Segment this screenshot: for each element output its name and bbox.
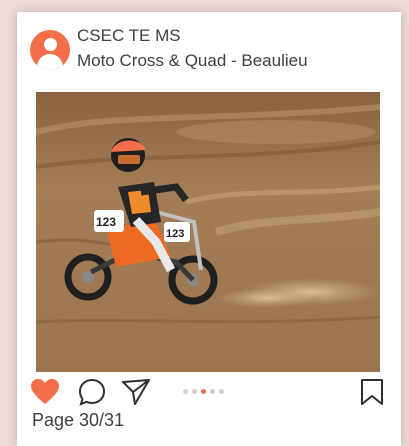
motocross-photo: 123 123 — [36, 92, 380, 372]
avatar-head — [44, 38, 57, 51]
avatar-user-icon[interactable] — [30, 30, 70, 70]
carousel-dot[interactable] — [183, 389, 188, 394]
post-photo[interactable]: 123 123 — [36, 92, 380, 372]
post-location[interactable]: Moto Cross & Quad - Beaulieu — [77, 51, 308, 71]
comment-icon[interactable] — [78, 378, 106, 411]
post-actions — [30, 376, 390, 410]
page-counter: Page 30/31 — [32, 410, 125, 430]
bookmark-icon[interactable] — [360, 378, 384, 411]
carousel-dot[interactable] — [219, 389, 224, 394]
send-icon[interactable] — [121, 378, 151, 411]
carousel-dot[interactable] — [201, 389, 206, 394]
bike-number-rear: 123 — [96, 215, 116, 229]
bike-number-front: 123 — [166, 228, 184, 240]
carousel-dot[interactable] — [192, 389, 197, 394]
post-card: CSEC TE MS Moto Cross & Quad - Beaulieu — [17, 12, 401, 446]
avatar-body — [37, 54, 63, 70]
heart-icon[interactable] — [30, 378, 60, 411]
account-name[interactable]: CSEC TE MS — [77, 26, 181, 46]
carousel-indicator — [183, 389, 224, 394]
carousel-dot[interactable] — [210, 389, 215, 394]
